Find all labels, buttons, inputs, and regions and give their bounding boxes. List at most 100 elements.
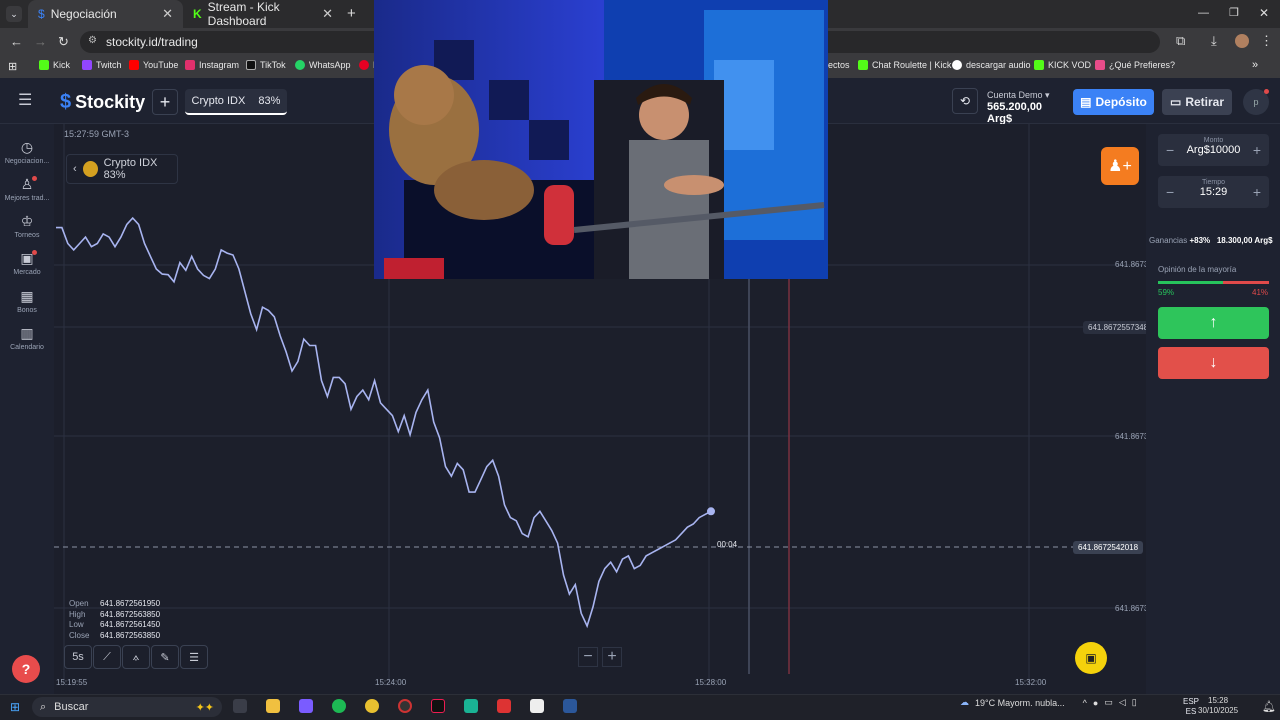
copilot-icon[interactable] (299, 699, 313, 713)
chevron-left-icon[interactable]: ‹ (73, 163, 77, 175)
battery-icon[interactable]: ▯ (1132, 697, 1137, 708)
obs-icon[interactable] (398, 699, 412, 713)
weather-text[interactable]: 19°C Mayorm. nubla... (975, 698, 1065, 708)
sidebar-item-bonos[interactable]: ▦ Bonos (0, 288, 54, 314)
bookmark-tiktok[interactable]: TikTok (246, 60, 286, 70)
withdraw-button[interactable]: ▭ Retirar (1162, 89, 1232, 115)
bookmark-kick-vod[interactable]: KICK VOD (1034, 60, 1091, 70)
back-button[interactable]: ← (10, 34, 23, 49)
window-close-button[interactable]: ✕ (1259, 6, 1269, 20)
taskbar-search[interactable]: ⌕ Buscar ✦✦ (32, 697, 222, 717)
trophy-user-icon: ♙ (20, 176, 34, 192)
language-indicator[interactable]: ESP ES (1183, 697, 1199, 717)
asset-tab-crypto-idx[interactable]: Crypto IDX 83% (185, 89, 287, 115)
site-info-icon[interactable]: ⚙ (88, 35, 97, 46)
minimize-button[interactable]: — (1198, 7, 1209, 19)
bookmark-youtube[interactable]: YouTube (129, 60, 178, 70)
tab-kick-dashboard[interactable]: K Stream - Kick Dashboard ✕ (183, 0, 343, 28)
bookmark-chat-roulette[interactable]: Chat Roulette | Kick (858, 60, 951, 70)
bookmark-whatsapp[interactable]: WhatsApp (295, 60, 351, 70)
bookmark-label: Kick (53, 60, 71, 70)
put-down-button[interactable]: ↓ (1158, 347, 1269, 379)
webcam-overlay (374, 0, 828, 279)
tiktok-icon[interactable] (431, 699, 445, 713)
sidebar-item-mejores-traders[interactable]: ♙ Mejores trad... (0, 176, 54, 202)
network-icon[interactable]: ▭ (1104, 697, 1113, 708)
spotify-icon[interactable] (332, 699, 346, 713)
current-price-label: 641.8672542018 (1073, 541, 1144, 554)
mic-icon[interactable]: ● (1093, 698, 1098, 708)
chrome-icon[interactable] (365, 699, 379, 713)
app-red-icon[interactable] (497, 699, 511, 713)
bookmark-label: ¿Qué Prefieres? (1109, 60, 1176, 70)
asset-name: Crypto IDX (191, 95, 246, 107)
chart-type-button[interactable]: ⟋ (93, 645, 121, 669)
time-field[interactable]: − Tiempo 15:29 + (1158, 176, 1269, 208)
notifications-icon[interactable]: 🔔︎ (1262, 700, 1276, 713)
more-bookmarks-icon[interactable]: » (1252, 59, 1258, 71)
streamlabs-icon[interactable] (464, 699, 478, 713)
layout-button[interactable]: ☰ (180, 645, 208, 669)
bookmark-twitch[interactable]: Twitch (82, 60, 122, 70)
volume-icon[interactable]: ◁ (1119, 697, 1126, 708)
add-friend-button[interactable]: ♟+ (1101, 147, 1139, 185)
close-icon[interactable]: ✕ (162, 6, 173, 22)
sidebar-item-torneos[interactable]: ♔ Torneos (0, 213, 54, 239)
tray-chevron-icon[interactable]: ^ (1083, 698, 1087, 708)
menu-icon[interactable]: ⋮ (1260, 33, 1273, 49)
apps-icon[interactable]: ⊞ (8, 60, 17, 73)
time-increase-button[interactable]: + (1253, 184, 1261, 200)
bookmark-proyectos[interactable]: ectos (828, 60, 850, 70)
amount-increase-button[interactable]: + (1253, 142, 1261, 158)
amount-decrease-button[interactable]: − (1166, 142, 1174, 158)
drawing-button[interactable]: ✎ (151, 645, 179, 669)
bookmark-instagram[interactable]: Instagram (185, 60, 239, 70)
sidebar-item-negociacion[interactable]: ◷ Negociacion... (0, 139, 54, 165)
indicators-button[interactable]: ⟑ (122, 645, 150, 669)
help-button[interactable]: ? (12, 655, 40, 683)
new-tab-button[interactable]: + (347, 5, 356, 22)
time-decrease-button[interactable]: − (1166, 184, 1174, 200)
word-icon[interactable] (563, 699, 577, 713)
search-icon: ⌕ (40, 700, 47, 713)
close-icon[interactable]: ✕ (322, 6, 333, 22)
crypto-idx-icon (82, 161, 98, 177)
trades-history-button[interactable]: ▣ (1075, 642, 1107, 674)
call-up-button[interactable]: ↑ (1158, 307, 1269, 339)
user-avatar[interactable]: p (1243, 89, 1269, 115)
amount-field[interactable]: − Monto Arg$10000 + (1158, 134, 1269, 166)
hamburger-menu-icon[interactable]: ☰ (18, 90, 32, 110)
restore-button[interactable]: ❐ (1229, 6, 1239, 19)
taskbar-clock[interactable]: 15:28 30/10/2025 (1198, 696, 1238, 716)
zoom-in-button[interactable]: + (602, 647, 622, 667)
download-icon[interactable]: ⤓ (1211, 33, 1217, 49)
tab-search-button[interactable]: ⌄ (6, 6, 22, 22)
capcut-icon[interactable] (530, 699, 544, 713)
deposit-button[interactable]: ▤ Depósito (1073, 89, 1154, 115)
file-explorer-icon[interactable] (266, 699, 280, 713)
zoom-out-button[interactable]: − (578, 647, 598, 667)
asset-selector[interactable]: ‹ Crypto IDX 83% (66, 154, 178, 184)
clock-date: 30/10/2025 (1198, 706, 1239, 715)
account-selector[interactable]: ⟲ Cuenta Demo ▾ 565.200,00 Arg$ (952, 88, 1062, 125)
trade-panel (1146, 124, 1280, 694)
switch-account-icon[interactable]: ⟲ (952, 88, 978, 114)
stockity-logo[interactable]: $ Stockity (60, 91, 145, 114)
forward-button[interactable]: → (34, 34, 47, 49)
sidebar-item-label: Negociacion... (4, 158, 50, 165)
profile-avatar[interactable] (1235, 34, 1249, 48)
clock-icon: ◷ (20, 139, 34, 155)
bookmark-que-prefieres[interactable]: ¿Qué Prefieres? (1095, 60, 1175, 70)
sidebar-item-calendario[interactable]: ▥ Calendario (0, 325, 54, 351)
ohlc-low: 641.8672561450 (100, 620, 161, 629)
reload-button[interactable]: ↻ (58, 34, 69, 50)
sidebar-item-mercado[interactable]: ▣ Mercado (0, 250, 54, 276)
bookmark-kick[interactable]: Kick (39, 60, 70, 70)
bookmark-descargar-audio[interactable]: descargar audio (952, 60, 1031, 70)
windows-start-icon[interactable]: ⊞ (10, 700, 20, 714)
tab-negociacion[interactable]: $ Negociación ✕ (28, 0, 183, 28)
task-view-icon[interactable] (233, 699, 247, 713)
timeframe-button[interactable]: 5s (64, 645, 92, 669)
add-asset-button[interactable]: + (152, 89, 178, 115)
extensions-icon[interactable]: ⧉ (1176, 33, 1185, 49)
